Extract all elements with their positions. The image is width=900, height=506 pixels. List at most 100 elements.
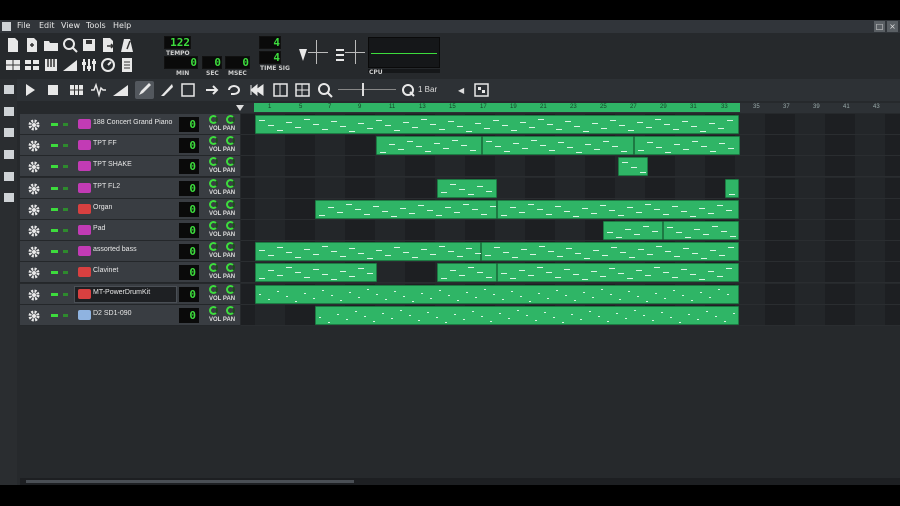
track-name[interactable]: Clavinet bbox=[93, 267, 118, 274]
add-automation-track-icon[interactable] bbox=[111, 81, 130, 99]
menu-help[interactable]: Help bbox=[113, 21, 131, 30]
menu-file[interactable]: File bbox=[17, 21, 30, 30]
timesig-denominator[interactable]: 4 bbox=[259, 51, 281, 64]
track-name[interactable]: Pad bbox=[93, 225, 105, 232]
controller-rack-icon[interactable] bbox=[100, 57, 116, 73]
automation-editor-icon[interactable] bbox=[62, 57, 78, 73]
pattern-clip[interactable] bbox=[437, 178, 497, 198]
auto-scroll-icon[interactable] bbox=[203, 81, 222, 99]
pan-knob[interactable] bbox=[226, 242, 235, 252]
gear-icon[interactable] bbox=[27, 182, 41, 196]
proportional-snap-icon[interactable] bbox=[472, 81, 491, 99]
solo-led[interactable] bbox=[63, 165, 68, 169]
track-lane[interactable] bbox=[241, 135, 900, 157]
recent-projects-icon[interactable] bbox=[62, 37, 78, 53]
volume-knob[interactable] bbox=[209, 263, 218, 273]
tempo-display[interactable]: 122 bbox=[164, 36, 191, 49]
pan-knob[interactable] bbox=[226, 178, 235, 188]
menu-view[interactable]: View bbox=[61, 21, 80, 30]
pattern-clip[interactable] bbox=[603, 221, 663, 240]
gear-icon[interactable] bbox=[27, 266, 41, 280]
draw-mode-icon[interactable] bbox=[135, 81, 154, 99]
volume-knob[interactable] bbox=[209, 284, 218, 294]
pattern-clip[interactable] bbox=[255, 242, 481, 262]
track-lane[interactable] bbox=[241, 220, 900, 241]
remove-bar-icon[interactable] bbox=[293, 81, 312, 99]
instrument-plugins-icon[interactable] bbox=[4, 85, 14, 94]
mute-led[interactable] bbox=[51, 313, 58, 317]
mute-led[interactable] bbox=[51, 271, 58, 275]
zoom-icon[interactable] bbox=[316, 81, 335, 99]
mixer-icon[interactable] bbox=[81, 57, 97, 73]
track-name[interactable]: TPT FF bbox=[93, 140, 117, 147]
track-lane[interactable] bbox=[241, 262, 900, 284]
mute-led[interactable] bbox=[51, 186, 58, 190]
track-lane[interactable] bbox=[241, 304, 900, 326]
track-lane[interactable] bbox=[241, 177, 900, 199]
horizontal-scrollbar[interactable] bbox=[20, 478, 900, 485]
master-volume-icon[interactable] bbox=[295, 47, 307, 63]
chevron-left-icon[interactable]: ◀ bbox=[458, 86, 464, 95]
pattern-clip[interactable] bbox=[725, 178, 739, 198]
loop-points-icon[interactable] bbox=[225, 81, 244, 99]
pan-knob[interactable] bbox=[226, 284, 235, 294]
track-name[interactable]: TPT SHAKE bbox=[93, 161, 132, 168]
close-icon[interactable]: × bbox=[887, 21, 898, 32]
add-sample-track-icon[interactable] bbox=[89, 81, 108, 99]
piano-roll-icon[interactable] bbox=[43, 57, 59, 73]
zoom-slider[interactable] bbox=[338, 89, 396, 90]
edit-mode-icon[interactable] bbox=[179, 81, 198, 99]
gear-icon[interactable] bbox=[27, 224, 41, 238]
volume-knob[interactable] bbox=[209, 221, 218, 230]
pattern-clip[interactable] bbox=[255, 263, 377, 283]
pattern-clip[interactable] bbox=[497, 263, 739, 283]
gear-icon[interactable] bbox=[27, 203, 41, 217]
add-beat-track-icon[interactable] bbox=[67, 81, 86, 99]
my-home-icon[interactable] bbox=[4, 172, 14, 181]
mute-led[interactable] bbox=[51, 250, 58, 254]
timesig-numerator[interactable]: 4 bbox=[259, 36, 281, 49]
track-lane[interactable] bbox=[241, 156, 900, 178]
pattern-clip[interactable] bbox=[634, 136, 740, 156]
scrollbar-thumb[interactable] bbox=[26, 480, 354, 483]
my-presets-icon[interactable] bbox=[4, 150, 14, 159]
mute-led[interactable] bbox=[51, 207, 58, 211]
new-from-template-icon[interactable] bbox=[24, 37, 40, 53]
solo-led[interactable] bbox=[63, 229, 68, 232]
my-projects-icon[interactable] bbox=[4, 107, 14, 116]
track-name[interactable]: D2 SD1-090 bbox=[93, 310, 132, 317]
solo-led[interactable] bbox=[63, 250, 68, 254]
pan-knob[interactable] bbox=[226, 221, 235, 230]
pattern-clip[interactable] bbox=[315, 199, 497, 219]
track-name[interactable]: TPT FL2 bbox=[93, 183, 120, 190]
pan-knob[interactable] bbox=[226, 263, 235, 273]
mute-led[interactable] bbox=[51, 292, 58, 296]
metronome-icon[interactable] bbox=[119, 37, 135, 53]
pattern-clip[interactable] bbox=[315, 305, 739, 325]
solo-led[interactable] bbox=[63, 292, 68, 296]
gear-icon[interactable] bbox=[27, 160, 41, 174]
export-icon[interactable] bbox=[100, 37, 116, 53]
mute-led[interactable] bbox=[51, 144, 58, 148]
solo-led[interactable] bbox=[63, 144, 68, 148]
volume-knob[interactable] bbox=[209, 199, 218, 209]
menu-tools[interactable]: Tools bbox=[86, 21, 106, 30]
volume-knob[interactable] bbox=[209, 305, 218, 315]
track-name[interactable]: 188 Concert Grand Piano bbox=[93, 119, 172, 126]
solo-led[interactable] bbox=[63, 313, 68, 317]
gear-icon[interactable] bbox=[27, 245, 41, 259]
pan-knob[interactable] bbox=[226, 136, 235, 146]
pattern-clip[interactable] bbox=[482, 136, 634, 156]
pattern-clip[interactable] bbox=[663, 221, 739, 240]
track-lane[interactable] bbox=[241, 114, 900, 135]
solo-led[interactable] bbox=[63, 207, 68, 211]
track-name[interactable]: assorted bass bbox=[93, 246, 137, 253]
menu-edit[interactable]: Edit bbox=[39, 21, 55, 30]
volume-knob[interactable] bbox=[209, 178, 218, 188]
stop-icon[interactable] bbox=[43, 81, 62, 99]
gear-icon[interactable] bbox=[27, 288, 41, 302]
loop-region[interactable] bbox=[254, 103, 740, 112]
mute-led[interactable] bbox=[51, 123, 58, 126]
restore-icon[interactable]: □ bbox=[874, 21, 885, 32]
new-project-icon[interactable] bbox=[5, 37, 21, 53]
